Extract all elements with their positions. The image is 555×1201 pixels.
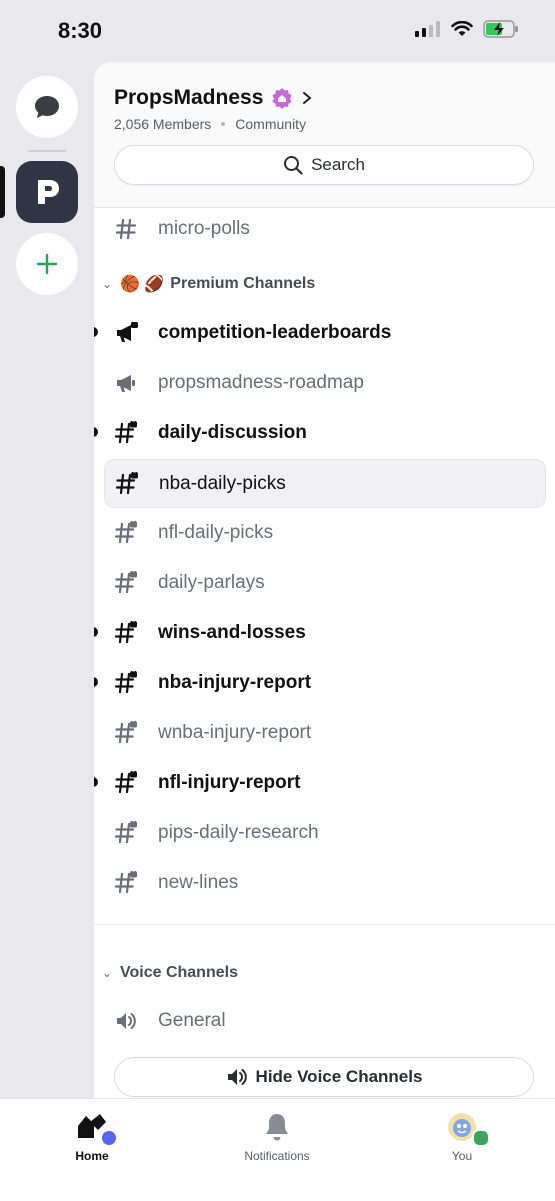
cellular-signal-icon — [415, 21, 440, 37]
channel-daily-discussion[interactable]: daily-discussion — [94, 409, 544, 456]
add-server-button[interactable] — [16, 233, 78, 295]
speaker-icon — [114, 1009, 138, 1033]
hash-locked-icon — [114, 870, 138, 895]
bottom-tab-bar: Home Notifications You — [0, 1098, 555, 1201]
home-badge-dot — [102, 1131, 116, 1145]
search-icon — [284, 156, 303, 175]
channel-wnba-injury-report[interactable]: wnba-injury-report — [104, 709, 544, 756]
search-button[interactable]: Search — [114, 145, 534, 185]
category-label: Voice Channels — [120, 964, 238, 981]
channel-nba-daily-picks[interactable]: nba-daily-picks — [104, 459, 546, 508]
hash-locked-icon — [114, 420, 138, 445]
channel-name: wins-and-losses — [158, 621, 306, 643]
bell-icon — [259, 1111, 295, 1143]
direct-messages-button[interactable] — [16, 76, 78, 138]
server-name: PropsMadness — [114, 86, 264, 109]
channel-name: nba-injury-report — [158, 671, 312, 693]
channel-name: nfl-daily-picks — [158, 521, 274, 543]
channel-name: micro-polls — [158, 217, 250, 239]
hash-locked-icon — [114, 620, 138, 645]
channel-name: daily-parlays — [158, 571, 265, 593]
hash-locked-icon — [114, 820, 138, 845]
chevron-right-icon — [303, 92, 312, 104]
server-meta: 2,056 Members Community — [114, 116, 306, 132]
channel-name: propsmadness-roadmap — [158, 371, 364, 393]
home-icon — [74, 1111, 116, 1145]
tab-you[interactable]: You — [402, 1111, 522, 1163]
hash-locked-icon — [114, 520, 138, 545]
avatar-icon — [444, 1111, 490, 1147]
megaphone-locked-icon — [114, 321, 138, 345]
hash-locked-icon — [114, 770, 138, 795]
online-status-dot — [472, 1129, 490, 1147]
propsmadness-logo-icon — [38, 180, 59, 204]
category-voice-channels[interactable]: ⌄ Voice Channels — [100, 958, 238, 988]
channel-new-lines[interactable]: new-lines — [104, 859, 544, 906]
tab-home[interactable]: Home — [32, 1111, 152, 1163]
channel-nfl-daily-picks[interactable]: nfl-daily-picks — [104, 509, 544, 556]
community-badge-icon — [272, 88, 292, 109]
server-rail — [0, 62, 94, 1098]
voice-channel-general[interactable]: General — [104, 997, 544, 1044]
channel-propsmadness-roadmap[interactable]: propsmadness-roadmap — [104, 359, 544, 406]
chevron-down-icon: ⌄ — [101, 966, 113, 980]
tab-notifications[interactable]: Notifications — [217, 1111, 337, 1163]
chevron-down-icon: ⌄ — [101, 277, 113, 291]
server-propsmadness-button[interactable] — [16, 161, 78, 223]
channel-wins-and-losses[interactable]: wins-and-losses — [94, 609, 544, 656]
channel-panel: PropsMadness 2,056 Members Community Sea… — [94, 62, 555, 1098]
selected-server-indicator — [0, 166, 5, 218]
unread-indicator — [94, 677, 98, 687]
battery-charging-icon — [483, 20, 518, 38]
hash-locked-icon — [114, 720, 138, 745]
channel-pips-daily-research[interactable]: pips-daily-research — [104, 809, 544, 856]
server-type: Community — [235, 116, 307, 132]
meta-separator — [221, 122, 226, 126]
chat-bubble-icon — [35, 96, 59, 118]
channel-competition-leaderboards[interactable]: competition-leaderboards — [94, 309, 544, 356]
hash-locked-icon — [114, 570, 138, 595]
search-label: Search — [311, 155, 365, 174]
channel-daily-parlays[interactable]: daily-parlays — [104, 559, 544, 606]
channel-name: pips-daily-research — [158, 821, 319, 843]
speaker-icon — [227, 1069, 247, 1085]
channel-nba-injury-report[interactable]: nba-injury-report — [94, 659, 544, 706]
channel-name: General — [158, 1009, 226, 1031]
tab-label: Notifications — [244, 1149, 310, 1163]
status-bar: 8:30 — [0, 0, 555, 62]
status-icons — [415, 20, 519, 38]
unread-indicator — [94, 777, 98, 787]
unread-indicator — [94, 627, 98, 637]
channel-micro-polls[interactable]: micro-polls — [104, 205, 544, 252]
channel-name: wnba-injury-report — [158, 721, 312, 743]
category-label: Premium Channels — [170, 275, 316, 292]
channel-nfl-injury-report[interactable]: nfl-injury-report — [94, 759, 544, 806]
category-premium-channels[interactable]: ⌄ 🏀 🏈 Premium Channels — [100, 269, 315, 299]
hide-voice-label: Hide Voice Channels — [255, 1067, 423, 1086]
section-divider — [94, 924, 555, 925]
megaphone-icon — [114, 371, 138, 395]
plus-icon — [36, 253, 58, 275]
channel-name: new-lines — [158, 871, 239, 893]
member-count: 2,056 Members — [114, 116, 212, 132]
hash-locked-icon — [114, 670, 138, 695]
channel-name: daily-discussion — [158, 421, 307, 443]
category-emoji: 🏀 🏈 — [120, 276, 165, 293]
hash-locked-icon — [115, 471, 139, 496]
unread-indicator — [94, 427, 98, 437]
server-title[interactable]: PropsMadness — [114, 86, 313, 110]
hide-voice-channels-button[interactable]: Hide Voice Channels — [114, 1057, 534, 1097]
tab-label: Home — [75, 1149, 109, 1163]
tab-label: You — [451, 1149, 473, 1163]
unread-indicator — [94, 327, 98, 337]
server-header[interactable]: PropsMadness 2,056 Members Community Sea… — [94, 62, 555, 208]
hash-icon — [114, 217, 138, 241]
channel-name: competition-leaderboards — [158, 321, 392, 343]
wifi-icon — [451, 21, 473, 36]
channel-name: nfl-injury-report — [158, 771, 301, 793]
rail-divider — [28, 150, 66, 152]
clock: 8:30 — [58, 18, 103, 43]
channel-name: nba-daily-picks — [159, 472, 286, 494]
